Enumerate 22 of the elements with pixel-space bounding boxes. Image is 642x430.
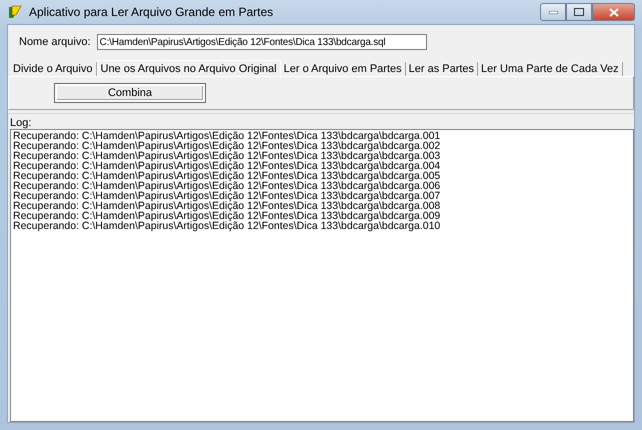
minimize-button[interactable] [540,3,566,21]
log-line: Recuperando: C:\Hamden\Papirus\Artigos\Edição 12\Fontes\Dica 133\bdcarga\bdcarga.010 [13,221,442,231]
window-title: Aplicativo para Ler Arquivo Grande em Partes [29,5,274,19]
file-name-label: Nome arquivo: [19,36,91,48]
combine-button[interactable]: Combina [55,84,205,102]
log-line: Recuperando: C:\Hamden\Papirus\Artigos\Edição 12\Fontes\Dica 133\bdcarga\bdcarga.009 [13,211,442,221]
app-icon [7,4,23,20]
log-line: Recuperando: C:\Hamden\Papirus\Artigos\Edição 12\Fontes\Dica 133\bdcarga\bdcarga.008 [13,201,442,211]
log-line: Recuperando: C:\Hamden\Papirus\Artigos\Edição 12\Fontes\Dica 133\bdcarga\bdcarga.006 [13,181,442,191]
minimize-icon [548,10,558,14]
log-line: Recuperando: C:\Hamden\Papirus\Artigos\Edição 12\Fontes\Dica 133\bdcarga\bdcarga.005 [13,171,442,181]
maximize-icon [574,8,584,16]
log-line: Recuperando: C:\Hamden\Papirus\Artigos\Edição 12\Fontes\Dica 133\bdcarga\bdcarga.004 [13,161,442,171]
log-line: Recuperando: C:\Hamden\Papirus\Artigos\Edição 12\Fontes\Dica 133\bdcarga\bdcarga.003 [13,151,442,161]
close-button[interactable] [592,3,635,21]
maximize-button[interactable] [566,3,592,21]
log-line: Recuperando: C:\Hamden\Papirus\Artigos\Edição 12\Fontes\Dica 133\bdcarga\bdcarga.002 [13,141,442,151]
log-line: Recuperando: C:\Hamden\Papirus\Artigos\Edição 12\Fontes\Dica 133\bdcarga\bdcarga.001 [13,131,442,141]
file-name-field[interactable]: C:\Hamden\Papirus\Artigos\Edição 12\Fontes\Dica 133\bdcarga.sql [96,34,427,50]
log-line: Recuperando: C:\Hamden\Papirus\Artigos\Edição 12\Fontes\Dica 133\bdcarga\bdcarga.007 [13,191,442,201]
close-icon [608,8,618,16]
tab[interactable]: Une os Arquivos no Arquivo Original [96,60,281,76]
